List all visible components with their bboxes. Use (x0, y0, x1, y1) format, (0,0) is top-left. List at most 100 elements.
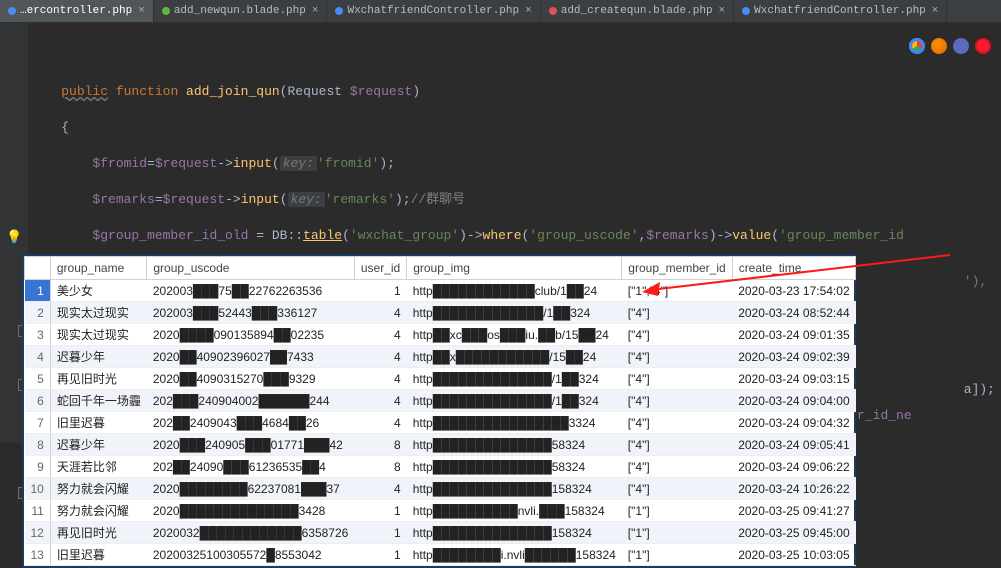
code-tail: '), a]); (964, 273, 995, 399)
close-icon[interactable]: × (932, 5, 939, 17)
editor-tab[interactable]: WxchatfriendController.php× (734, 0, 947, 22)
row-number: 3 (25, 324, 51, 346)
lightbulb-icon[interactable]: 💡 (6, 229, 22, 247)
table-row[interactable]: 3现实太过现实2020████090135894██022354http██xc… (25, 324, 856, 346)
cell-group-img: http██x███████████/15██24 (407, 346, 622, 368)
table-row[interactable]: 4迟暮少年2020██40902396027██74334http██x████… (25, 346, 856, 368)
cell-group-member-id: ["4"] (622, 434, 732, 456)
tab-label: add_newqun.blade.php (174, 5, 306, 17)
cell-group-name: 现实太过现实 (50, 302, 147, 324)
cell-group-uscode: 2020██████████████3428 (147, 500, 354, 522)
firefox-icon[interactable] (931, 38, 947, 54)
table-row[interactable]: 13旧里迟暮20200325100305572█85530421http████… (25, 544, 856, 566)
cell-group-img: http████████████club/1██24 (407, 280, 622, 302)
editor-tabs: …ercontroller.php×add_newqun.blade.php×W… (0, 0, 1001, 23)
cell-user-id: 4 (354, 412, 406, 434)
table-row[interactable]: 5再见旧时光2020██4090315270███93294http██████… (25, 368, 856, 390)
cell-user-id: 4 (354, 302, 406, 324)
cell-group-member-id: ["4"] (622, 390, 732, 412)
cell-group-member-id: ["4"] (622, 346, 732, 368)
table-row[interactable]: 8迟暮少年2020███240905███01771███428http████… (25, 434, 856, 456)
code-line: { (30, 119, 1001, 137)
cell-group-member-id: ["4"] (622, 368, 732, 390)
cell-group-uscode: 202██24090███61236535██4 (147, 456, 354, 478)
tab-label: …ercontroller.php (20, 5, 132, 17)
close-icon[interactable]: × (525, 5, 532, 17)
cell-group-img: http██xc███os███iu.██b/15██24 (407, 324, 622, 346)
cell-group-member-id: ["4"] (622, 324, 732, 346)
editor-tab[interactable]: add_newqun.blade.php × (154, 0, 328, 22)
cell-group-member-id: ["1"] (622, 544, 732, 566)
code-line: public function add_join_qun(Request $re… (30, 83, 1001, 101)
row-number: 2 (25, 302, 51, 324)
table-row[interactable]: 9天涯若比邻202██24090███61236535██48http█████… (25, 456, 856, 478)
row-number: 13 (25, 544, 51, 566)
cell-create-time: 2020-03-25 09:41:27 (732, 500, 855, 522)
cell-create-time: 2020-03-24 09:02:39 (732, 346, 855, 368)
table-row[interactable]: 11努力就会闪耀2020██████████████34281http█████… (25, 500, 856, 522)
cell-group-uscode: 202003███52443███336127 (147, 302, 354, 324)
row-number: 1 (25, 280, 51, 302)
cell-group-uscode: 202███240904002██████244 (147, 390, 354, 412)
row-number: 7 (25, 412, 51, 434)
column-header[interactable]: group_member_id (622, 257, 732, 280)
results-table: group_namegroup_uscodeuser_idgroup_imggr… (24, 256, 856, 566)
editor-tab[interactable]: add_createqun.blade.php × (541, 0, 734, 22)
cell-group-member-id: ["4"] (622, 478, 732, 500)
cell-user-id: 4 (354, 346, 406, 368)
close-icon[interactable]: × (312, 5, 319, 17)
table-row[interactable]: 1美少女202003███75██227622635361http███████… (25, 280, 856, 302)
cell-user-id: 4 (354, 324, 406, 346)
column-header[interactable]: group_img (407, 257, 622, 280)
cell-create-time: 2020-03-24 09:06:22 (732, 456, 855, 478)
row-number: 9 (25, 456, 51, 478)
cell-group-uscode: 202██2409043███4684██26 (147, 412, 354, 434)
browser-icon[interactable] (953, 38, 969, 54)
cell-group-member-id: ["1"] (622, 500, 732, 522)
cell-group-name: 美少女 (50, 280, 147, 302)
opera-icon[interactable] (975, 38, 991, 54)
cell-group-name: 天涯若比邻 (50, 456, 147, 478)
chrome-icon[interactable] (909, 38, 925, 54)
cell-group-member-id: ["4"] (622, 456, 732, 478)
cell-create-time: 2020-03-24 09:05:41 (732, 434, 855, 456)
column-header[interactable]: create_time (732, 257, 855, 280)
table-row[interactable]: 10努力就会闪耀2020████████62237081███374http██… (25, 478, 856, 500)
cell-group-uscode: 2020██4090315270███9329 (147, 368, 354, 390)
column-header[interactable]: group_name (50, 257, 147, 280)
code-line: $remarks=$request->input(key:'remarks');… (30, 191, 1001, 209)
column-header[interactable] (25, 257, 51, 280)
editor-tab[interactable]: …ercontroller.php × (0, 0, 154, 22)
editor-tab[interactable]: WxchatfriendController.php× (327, 0, 540, 22)
cell-user-id: 8 (354, 434, 406, 456)
table-row[interactable]: 12再见旧时光2020032████████████63587261http██… (25, 522, 856, 544)
row-number: 5 (25, 368, 51, 390)
tab-label: add_createqun.blade.php (561, 5, 713, 17)
table-row[interactable]: 7旧里迟暮202██2409043███4684██264http███████… (25, 412, 856, 434)
cell-group-name: 迟暮少年 (50, 434, 147, 456)
cell-group-name: 努力就会闪耀 (50, 500, 147, 522)
file-type-icon (8, 7, 16, 15)
database-results-popup[interactable]: group_namegroup_uscodeuser_idgroup_imggr… (22, 254, 856, 568)
file-type-icon (549, 7, 557, 15)
column-header[interactable]: user_id (354, 257, 406, 280)
cell-user-id: 4 (354, 478, 406, 500)
close-icon[interactable]: × (138, 5, 145, 17)
close-icon[interactable]: × (719, 5, 726, 17)
cell-group-name: 再见旧时光 (50, 522, 147, 544)
cell-create-time: 2020-03-24 08:52:44 (732, 302, 855, 324)
table-header-row: group_namegroup_uscodeuser_idgroup_imggr… (25, 257, 856, 280)
cell-create-time: 2020-03-24 09:04:32 (732, 412, 855, 434)
row-number: 11 (25, 500, 51, 522)
cell-group-uscode: 2020032████████████6358726 (147, 522, 354, 544)
column-header[interactable]: group_uscode (147, 257, 354, 280)
cell-group-member-id: ["4"] (622, 302, 732, 324)
table-row[interactable]: 6蛇回千年一场霾202███240904002██████2444http███… (25, 390, 856, 412)
cell-group-img: http██████████████/1██324 (407, 390, 622, 412)
cell-group-img: http██████████████158324 (407, 478, 622, 500)
table-row[interactable]: 2现实太过现实202003███52443███3361274http█████… (25, 302, 856, 324)
cell-group-name: 旧里迟暮 (50, 544, 147, 566)
cell-group-uscode: 202003███75██22762263536 (147, 280, 354, 302)
cell-group-uscode: 2020███240905███01771███42 (147, 434, 354, 456)
row-number: 4 (25, 346, 51, 368)
